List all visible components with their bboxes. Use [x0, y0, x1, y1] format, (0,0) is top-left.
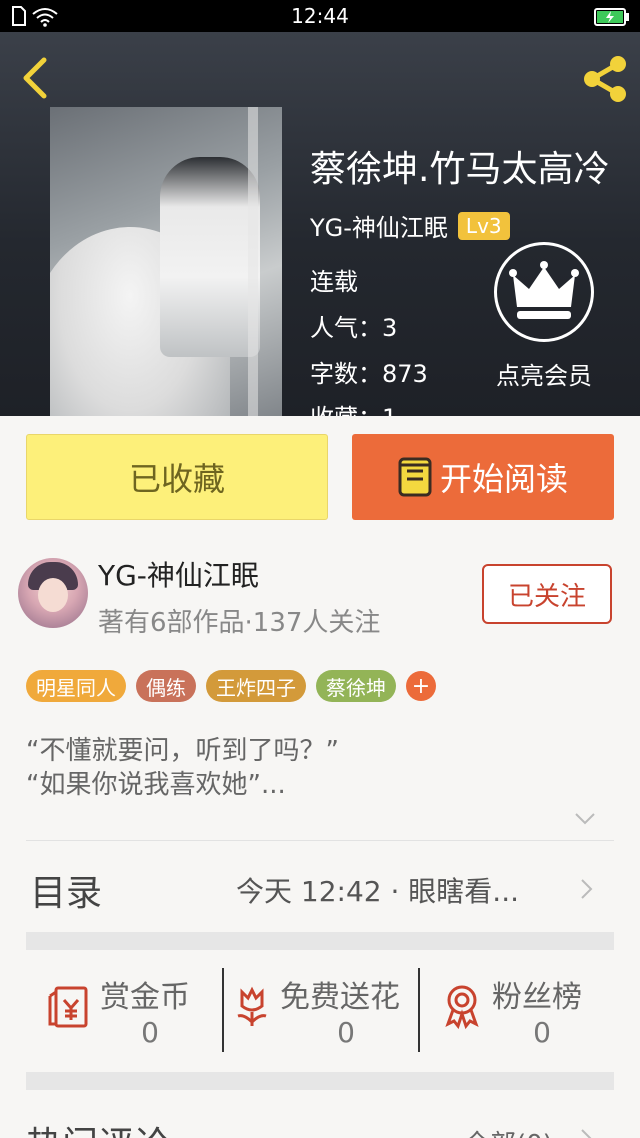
more-tags-button[interactable]: +	[406, 671, 436, 701]
author-stats: 著有6部作品·137人关注	[98, 608, 381, 638]
book-title: 蔡徐坤.竹马太高冷	[310, 149, 610, 190]
synopsis-line: “不懂就要问，听到了吗？”	[26, 736, 339, 766]
tag-item[interactable]: 蔡徐坤	[316, 670, 396, 702]
battery-charging-icon	[594, 8, 629, 26]
reward-coin-button[interactable]: 赏金币 0	[26, 964, 222, 1056]
latest-chapter: 今天 12:42 · 眼瞎看...	[236, 875, 519, 908]
chevron-right-icon	[581, 879, 593, 899]
chevron-right-icon[interactable]	[580, 1128, 594, 1138]
share-icon[interactable]	[578, 52, 632, 106]
collected-button[interactable]: 已收藏	[26, 434, 328, 520]
table-of-contents-row[interactable]: 目录 今天 12:42 · 眼瞎看...	[0, 844, 640, 932]
all-comments-link[interactable]: 全部(0)	[464, 1124, 553, 1138]
toc-title: 目录	[30, 873, 103, 914]
level-badge: Lv3	[457, 211, 510, 240]
divider	[26, 840, 614, 841]
book-cover[interactable]	[50, 107, 282, 416]
fan-ranking-button[interactable]: 粉丝榜 0	[420, 964, 614, 1056]
section-divider	[26, 932, 614, 950]
follow-button[interactable]: 已关注	[482, 564, 612, 624]
author-line[interactable]: YG-神仙江眠 Lv3	[310, 208, 510, 243]
status-bar: 12:44	[0, 0, 640, 32]
medal-icon	[445, 985, 479, 1030]
avatar[interactable]	[18, 558, 88, 628]
synopsis-line: “如果你说我喜欢她”...	[26, 770, 286, 800]
coin-envelope-icon	[48, 986, 88, 1028]
serial-status: 连载	[310, 268, 358, 296]
chevron-down-icon[interactable]	[574, 812, 596, 826]
vip-button[interactable]: 点亮会员	[484, 242, 604, 392]
section-divider	[26, 1072, 614, 1090]
vip-ring	[494, 242, 594, 342]
word-count: 字数：873	[310, 360, 428, 388]
crown-icon	[509, 261, 579, 319]
popularity: 人气：3	[310, 314, 398, 342]
tag-item[interactable]: 王炸四子	[206, 670, 306, 702]
start-reading-button[interactable]: 开始阅读	[352, 434, 614, 520]
book-icon	[398, 457, 432, 497]
synopsis[interactable]: “不懂就要问，听到了吗？” “如果你说我喜欢她”...	[26, 734, 339, 802]
tag-item[interactable]: 明星同人	[26, 670, 126, 702]
reward-actions: 赏金币 0 免费送花 0 粉丝榜 0	[26, 964, 614, 1056]
vip-label: 点亮会员	[496, 362, 592, 390]
book-header: 蔡徐坤.竹马太高冷 YG-神仙江眠 Lv3 连载 人气：3 字数：873 收藏：…	[0, 32, 640, 416]
send-flower-button[interactable]: 免费送花 0	[224, 964, 418, 1056]
book-detail-content: 已收藏 开始阅读 YG-神仙江眠 著有6部作品·137人关注 已关注 明星同人 …	[0, 416, 640, 1138]
hot-comments-title: 热门评论	[26, 1116, 170, 1138]
author-card-name[interactable]: YG-神仙江眠	[98, 554, 259, 594]
author-name[interactable]: YG-神仙江眠	[310, 208, 448, 243]
tag-item[interactable]: 偶练	[136, 670, 196, 702]
tag-list: 明星同人 偶练 王炸四子 蔡徐坤 +	[26, 670, 436, 702]
flower-icon	[237, 986, 267, 1026]
favorite-count: 收藏：1	[310, 398, 397, 416]
author-card: YG-神仙江眠 著有6部作品·137人关注 已关注	[0, 546, 640, 646]
status-time: 12:44	[291, 4, 349, 28]
back-icon[interactable]	[14, 54, 58, 102]
